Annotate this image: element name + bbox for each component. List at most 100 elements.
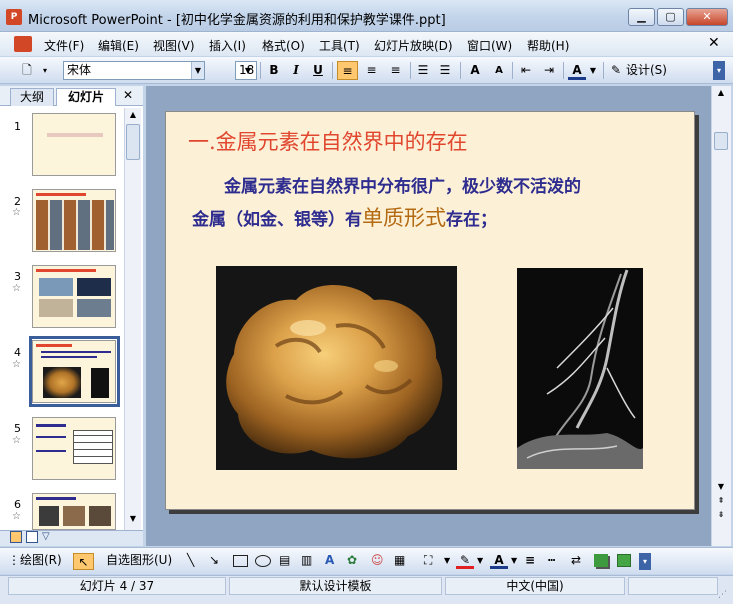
tab-slides[interactable]: 幻灯片 <box>56 88 116 106</box>
slideshow-view-icon[interactable]: ▽ <box>42 531 54 543</box>
shadow-style-icon[interactable] <box>594 554 608 567</box>
slide-thumbnail-1[interactable] <box>32 113 116 176</box>
body-line-1: 金属元素在自然界中分布很广，极少数不活泼的 <box>224 177 581 197</box>
increase-indent-icon[interactable]: ⇥ <box>540 61 558 80</box>
fill-color-icon[interactable]: ⛶ <box>424 552 432 569</box>
toolbar-overflow-icon[interactable]: ▾ <box>713 61 725 80</box>
slide-thumbnail-3[interactable] <box>32 265 116 328</box>
slide-thumbnail-2[interactable] <box>32 189 116 252</box>
numbering-icon[interactable]: ☰ <box>414 61 432 80</box>
slide-thumbnail-4[interactable] <box>32 340 116 403</box>
menu-help[interactable]: 帮助(H) <box>527 37 569 54</box>
underline-button[interactable]: U <box>309 61 327 80</box>
italic-button[interactable]: I <box>287 61 305 80</box>
toolbar-separator <box>603 62 604 79</box>
menu-format[interactable]: 格式(O) <box>262 37 305 54</box>
dash-style-icon[interactable]: ┅ <box>548 552 555 569</box>
diagram-icon[interactable]: ✿ <box>347 552 357 569</box>
thumbnail-title-line <box>36 344 72 347</box>
menu-edit[interactable]: 编辑(E) <box>98 37 139 54</box>
align-right-button[interactable]: ≡ <box>385 61 406 80</box>
slide-thumbnail-5[interactable] <box>32 417 116 480</box>
scroll-up-icon[interactable]: ▲ <box>714 88 728 100</box>
autoshapes-menu-button[interactable]: 自选图形(U) <box>106 552 172 569</box>
increase-font-button[interactable]: A <box>466 61 484 80</box>
chevron-down-icon[interactable]: ▼ <box>444 552 450 569</box>
insert-picture-icon[interactable]: ▦ <box>394 552 405 569</box>
draw-menu-button[interactable]: 绘图(R) <box>20 552 62 569</box>
close-window-button[interactable]: ✕ <box>686 8 728 26</box>
slide-thumbnail-6[interactable] <box>32 493 116 530</box>
chevron-down-icon[interactable]: ▼ <box>588 61 598 80</box>
toolbar-separator <box>410 62 411 79</box>
thumbnail-scrollbar[interactable]: ▲ ▼ <box>124 108 141 530</box>
star-icon: ☆ <box>12 359 21 370</box>
align-center-button[interactable]: ≡ <box>361 61 382 80</box>
scroll-down-icon[interactable]: ▼ <box>126 514 140 526</box>
scroll-up-icon[interactable]: ▲ <box>126 110 140 122</box>
slide-title[interactable]: 一.金属元素在自然界中的存在 <box>188 126 468 156</box>
scroll-down-icon[interactable]: ▼ <box>714 482 728 494</box>
tab-outline[interactable]: 大纲 <box>10 88 54 106</box>
decrease-font-button[interactable]: A <box>490 61 508 80</box>
menu-insert[interactable]: 插入(I) <box>209 37 246 54</box>
gold-nugget-image[interactable] <box>216 266 457 470</box>
document-icon[interactable] <box>14 36 32 52</box>
slide-body-text[interactable]: 金属元素在自然界中分布很广，极少数不活泼的 金属（如金、银等）有单质形式存在； <box>192 172 672 236</box>
chevron-down-icon[interactable]: ▼ <box>477 552 483 569</box>
silver-wire-graphic <box>517 268 643 469</box>
line-style-icon[interactable]: ≡ <box>525 552 535 569</box>
slide-scrollbar[interactable]: ▲ ▼ ⇞ ⇟ <box>711 86 731 546</box>
slide-number: 3 <box>14 270 21 283</box>
resize-grip-icon[interactable]: ⋰ <box>718 590 727 600</box>
align-left-button[interactable]: ≡ <box>337 61 358 80</box>
font-name-combo[interactable]: 宋体 ▼ <box>63 61 205 80</box>
thumbnail-silver-photo <box>91 368 109 398</box>
previous-slide-icon[interactable]: ⇞ <box>714 496 728 508</box>
menu-window[interactable]: 窗口(W) <box>467 37 512 54</box>
chevron-down-icon[interactable]: ▼ <box>241 61 255 80</box>
design-template-name[interactable]: 默认设计模板 <box>229 577 442 595</box>
oval-tool-icon[interactable] <box>255 555 271 567</box>
menu-file[interactable]: 文件(F) <box>44 37 84 54</box>
powerpoint-app-icon[interactable]: P <box>6 9 22 25</box>
minimize-button[interactable]: ▁ <box>628 8 655 26</box>
chevron-down-icon[interactable]: ▼ <box>191 62 204 79</box>
menu-tools[interactable]: 工具(T) <box>319 37 360 54</box>
scroll-thumb[interactable] <box>714 132 728 150</box>
native-silver-image[interactable] <box>517 268 643 469</box>
font-color-icon[interactable]: A <box>490 553 508 569</box>
close-document-icon[interactable]: ✕ <box>708 35 720 51</box>
vertical-textbox-icon[interactable]: ▥ <box>301 552 312 569</box>
textbox-tool-icon[interactable]: ▤ <box>279 552 290 569</box>
bold-button[interactable]: B <box>265 61 283 80</box>
arrow-tool-icon[interactable]: ↘ <box>209 552 219 569</box>
maximize-button[interactable]: ▢ <box>657 8 684 26</box>
toolbar-overflow-icon[interactable]: ▾ <box>639 553 651 570</box>
toolbar-options-icon[interactable]: ▾ <box>40 61 50 80</box>
menu-slideshow[interactable]: 幻灯片放映(D) <box>374 37 453 54</box>
slide-sorter-view-icon[interactable] <box>26 531 38 543</box>
bullets-icon[interactable]: ☰ <box>436 61 454 80</box>
design-icon[interactable]: ✎ <box>609 61 623 80</box>
thumbnail-title-line <box>36 269 96 272</box>
decrease-indent-icon[interactable]: ⇤ <box>517 61 535 80</box>
rectangle-tool-icon[interactable] <box>233 555 248 567</box>
select-objects-icon[interactable]: ↖ <box>73 553 94 570</box>
normal-view-icon[interactable] <box>10 531 22 543</box>
clipart-icon[interactable]: ☺ <box>371 552 384 569</box>
close-pane-icon[interactable]: ✕ <box>123 88 133 102</box>
font-color-button[interactable]: A <box>568 61 586 80</box>
line-tool-icon[interactable]: ╲ <box>187 552 194 569</box>
chevron-down-icon[interactable]: ▼ <box>511 552 517 569</box>
wordart-icon[interactable]: A <box>325 552 334 569</box>
thumbnail-photo <box>63 506 85 526</box>
line-color-icon[interactable]: ✎ <box>456 553 474 569</box>
scroll-thumb[interactable] <box>126 124 140 160</box>
new-document-icon[interactable]: 🗋 <box>18 61 36 80</box>
menu-view[interactable]: 视图(V) <box>153 37 195 54</box>
3d-style-icon[interactable] <box>617 554 631 567</box>
next-slide-icon[interactable]: ⇟ <box>714 510 728 522</box>
arrow-style-icon[interactable]: ⇄ <box>571 552 581 569</box>
design-button[interactable]: 设计(S) <box>626 61 674 80</box>
